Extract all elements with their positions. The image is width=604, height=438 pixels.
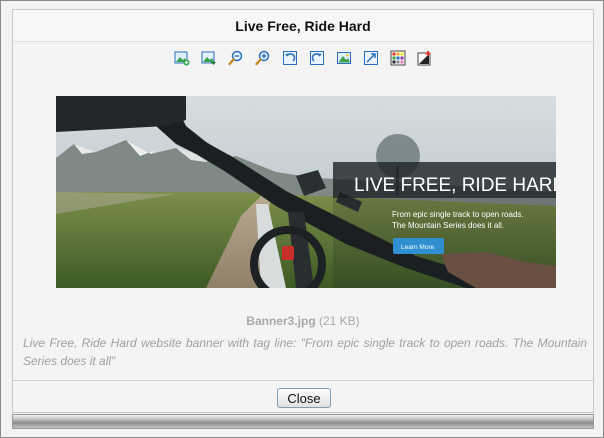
actual-size-icon[interactable] xyxy=(363,50,379,66)
color-picker-icon[interactable] xyxy=(417,50,433,66)
dialog-footer: Close xyxy=(13,380,593,412)
image-toolbar xyxy=(13,50,593,70)
banner-image: LIVE FREE, RIDE HARD From epic single tr… xyxy=(56,96,556,288)
banner-learn-more-label: Learn More xyxy=(401,244,435,251)
insert-image-icon[interactable] xyxy=(174,50,190,66)
banner-subline-1: From epic single track to open roads. xyxy=(392,210,524,219)
rotate-left-icon[interactable] xyxy=(282,50,298,66)
close-button[interactable]: Close xyxy=(277,388,331,408)
zoom-out-icon[interactable] xyxy=(227,50,244,66)
dialog-frame: Live Free, Ride Hard LIVE FREE, RIDE HAR… xyxy=(12,9,594,413)
image-description: Live Free, Ride Hard website banner with… xyxy=(23,336,587,368)
zoom-in-icon[interactable] xyxy=(254,50,271,66)
banner-headline: LIVE FREE, RIDE HARD xyxy=(354,175,556,196)
banner-subline-2: The Mountain Series does it all. xyxy=(392,221,504,230)
file-size: (21 KB) xyxy=(319,314,360,328)
dialog-title: Live Free, Ride Hard xyxy=(13,10,593,42)
file-name: Banner3.jpg xyxy=(246,314,316,328)
horizontal-scrollbar[interactable] xyxy=(12,414,594,429)
file-info: Banner3.jpg (21 KB) xyxy=(13,314,593,328)
color-grid-icon[interactable] xyxy=(390,50,406,66)
fit-image-icon[interactable] xyxy=(336,50,352,66)
rotate-right-icon[interactable] xyxy=(309,50,325,66)
image-preview-dialog: Live Free, Ride Hard LIVE FREE, RIDE HAR… xyxy=(0,0,604,438)
save-image-icon[interactable] xyxy=(201,50,217,66)
